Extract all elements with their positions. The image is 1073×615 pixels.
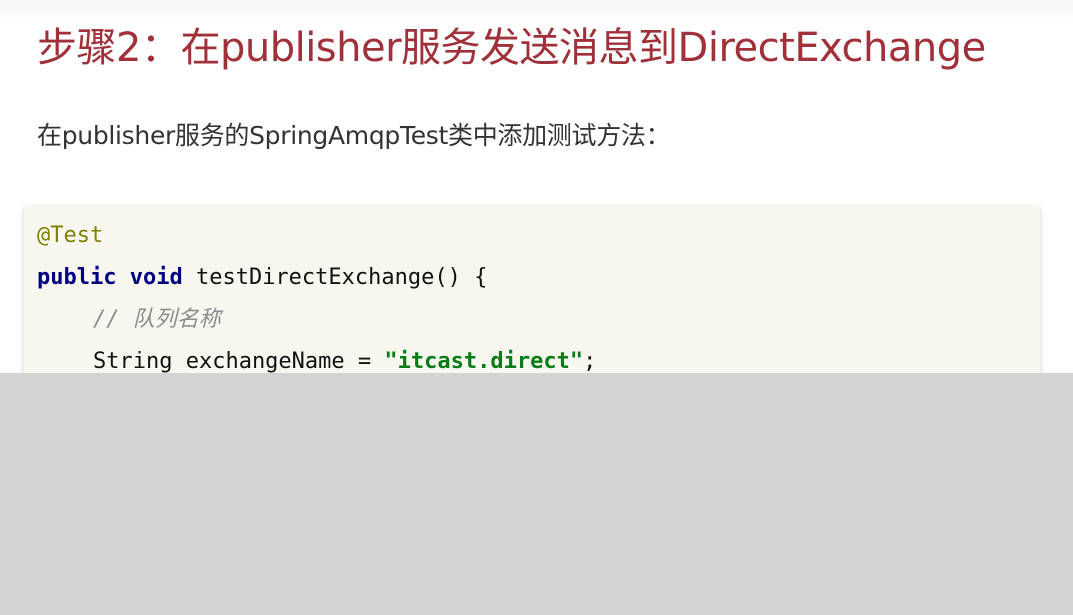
annotation-token: @Test xyxy=(37,223,104,248)
code-line-declaration: String exchangeName = "itcast.direct"; xyxy=(37,347,596,373)
method-signature: testDirectExchange() { xyxy=(182,265,488,290)
slide: 步骤2：在publisher服务发送消息到DirectExchange 在pub… xyxy=(0,0,1073,373)
code-line-annotation: @Test xyxy=(37,221,103,251)
semicolon: ; xyxy=(583,349,597,373)
blank-gray-area xyxy=(0,373,1073,615)
slide-title: 步骤2：在publisher服务发送消息到DirectExchange xyxy=(37,25,986,71)
keyword-void: void xyxy=(129,265,183,290)
slide-subtitle: 在publisher服务的SpringAmqpTest类中添加测试方法： xyxy=(37,121,671,150)
keyword-public: public xyxy=(37,265,117,290)
variable-declaration: String exchangeName = xyxy=(93,349,385,373)
string-literal: "itcast.direct" xyxy=(384,349,584,373)
code-block: @Test public void testDirectExchange() {… xyxy=(24,206,1040,373)
code-line-method-signature: public void testDirectExchange() { xyxy=(37,263,487,293)
code-comment: // 队列名称 xyxy=(93,307,221,332)
code-line-comment: // 队列名称 xyxy=(37,305,221,335)
